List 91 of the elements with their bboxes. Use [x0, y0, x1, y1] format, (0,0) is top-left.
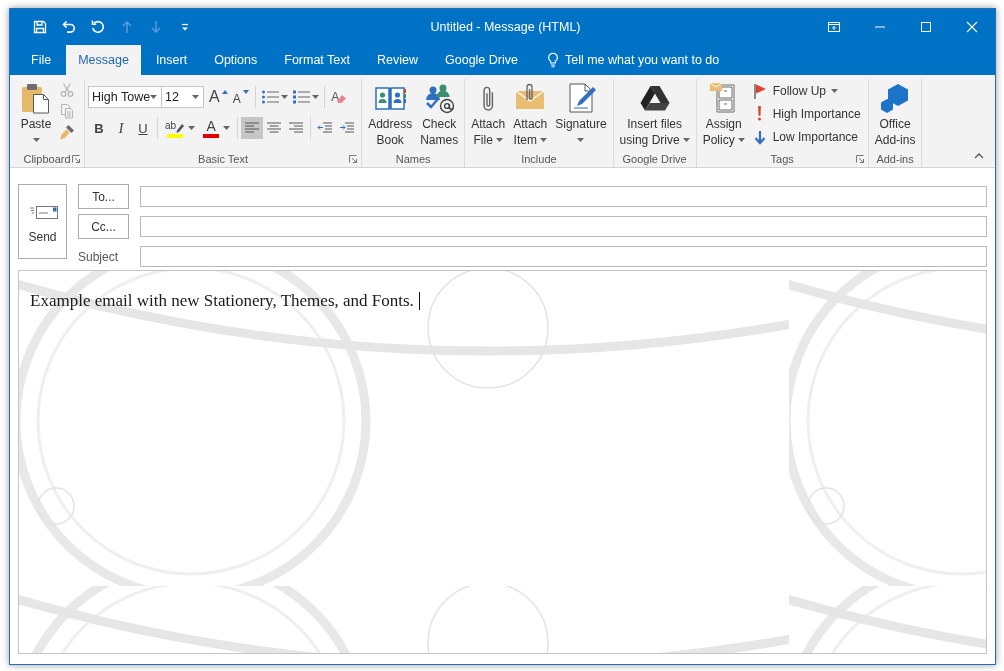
dialog-launcher-icon: [855, 155, 864, 163]
follow-up-button[interactable]: Follow Up: [747, 79, 865, 102]
attach-item-button[interactable]: Attach Item: [510, 79, 551, 150]
close-icon: [966, 21, 978, 33]
redo-icon: [90, 19, 106, 35]
recipient-button[interactable]: Cc...: [78, 214, 129, 239]
grow-font-button[interactable]: A: [207, 86, 230, 108]
font-size-combo[interactable]: 12: [161, 86, 204, 108]
eraser-icon: [337, 95, 347, 103]
shrink-font-button[interactable]: A: [229, 86, 252, 108]
ribbon-display-icon: [828, 21, 840, 33]
recipient-button[interactable]: To...: [78, 184, 129, 209]
copy-icon: [59, 102, 75, 119]
ribbon-tab[interactable]: Format Text: [272, 45, 362, 75]
group-label: Clipboard: [23, 153, 71, 165]
office-add-ins-button[interactable]: Office Add-ins: [871, 79, 919, 150]
lightbulb-icon: [546, 52, 559, 68]
caret-icon: [280, 95, 288, 99]
message-body-field[interactable]: Example email with new Stationery, Themes, and Fonts.: [18, 270, 987, 654]
assign-policy-button[interactable]: Assign Policy: [699, 79, 748, 150]
color-bar-icon: [203, 134, 220, 138]
address-book-button[interactable]: Address Book: [365, 79, 416, 150]
body-text: Example email with new Stationery, Themes, and Fonts.: [30, 290, 414, 312]
italic-button[interactable]: I: [110, 117, 132, 139]
subject-label: Subject: [78, 249, 119, 264]
group-label: Names: [395, 153, 431, 165]
ribbon-tab[interactable]: Google Drive: [433, 45, 530, 75]
subject-field[interactable]: [140, 246, 987, 267]
flag-icon: [751, 82, 768, 99]
dialog-launcher-button[interactable]: [71, 154, 81, 164]
align-left-icon: [244, 120, 261, 136]
paperclip-icon: [482, 85, 494, 111]
color-bar-icon: [166, 134, 183, 138]
signature-button[interactable]: Signature: [552, 79, 610, 150]
caret-icon: [192, 95, 199, 99]
exclamation-icon: [757, 106, 763, 121]
ribbon-tab[interactable]: Review: [365, 45, 430, 75]
caret-up-icon: [974, 153, 984, 159]
attach-file-button[interactable]: Attach File: [468, 79, 509, 150]
scissors-icon: [59, 81, 75, 98]
caret-icon: [150, 95, 157, 99]
people-check-icon: [423, 82, 456, 114]
group-label: Google Drive: [622, 153, 687, 165]
send-button[interactable]: Send: [18, 184, 67, 259]
caret-icon: [311, 95, 319, 99]
recipient-field[interactable]: [140, 216, 987, 237]
insert-files-button[interactable]: Insert files using Drive: [616, 79, 693, 150]
down-arrow-icon: [148, 19, 164, 35]
tell-me-button[interactable]: Tell me what you want to do: [542, 45, 724, 75]
ribbon-tab[interactable]: File: [19, 45, 64, 75]
group-label: Include: [521, 153, 557, 165]
font-name-combo[interactable]: High Towe: [88, 86, 162, 108]
caret-down-icon: [242, 90, 249, 94]
caret-icon: [188, 126, 196, 130]
bullet-list-icon: [260, 89, 279, 105]
save-icon: [32, 19, 48, 35]
align-left-button[interactable]: [241, 117, 264, 139]
increase-indent-icon: [339, 120, 356, 136]
font-color-button[interactable]: A: [199, 117, 235, 139]
dialog-launcher-button[interactable]: [854, 154, 865, 164]
highlighter-pen-icon: [176, 124, 185, 133]
paste-button[interactable]: Paste: [16, 79, 56, 150]
ribbon-tab[interactable]: Message: [66, 45, 141, 75]
clipboard-icon: [20, 82, 52, 114]
dialog-launcher-icon: [349, 155, 358, 163]
paintbrush-icon: [59, 123, 75, 140]
maximize-icon: [920, 21, 932, 33]
ribbon-tab[interactable]: Options: [202, 45, 270, 75]
recipient-field[interactable]: [140, 186, 987, 207]
group-label: Tags: [770, 153, 794, 165]
decrease-indent-icon: [317, 120, 334, 136]
highlight-button[interactable]: ab: [161, 117, 200, 139]
high-importance-button[interactable]: High Importance: [747, 102, 865, 125]
clear-formatting-button[interactable]: A: [327, 86, 350, 108]
align-right-icon: [288, 120, 305, 136]
group-label: Add-ins: [876, 153, 914, 165]
underline-button[interactable]: U: [132, 117, 154, 139]
group-label: Basic Text: [198, 153, 249, 165]
low-importance-button[interactable]: Low Importance: [747, 125, 865, 148]
window-title: Untitled - Message (HTML): [430, 20, 581, 34]
caret-icon: [223, 126, 231, 130]
undo-icon: [61, 19, 77, 35]
numbered-list-icon: [291, 89, 310, 105]
caret-up-icon: [221, 90, 228, 94]
dialog-launcher-icon: [72, 155, 80, 163]
dialog-launcher-button[interactable]: [348, 154, 359, 164]
align-center-icon: [266, 120, 283, 136]
ribbon-tab[interactable]: Insert: [143, 45, 200, 75]
check-names-button[interactable]: Check Names: [417, 79, 462, 150]
bold-button[interactable]: B: [88, 117, 110, 139]
envelope-icon: [27, 204, 58, 220]
